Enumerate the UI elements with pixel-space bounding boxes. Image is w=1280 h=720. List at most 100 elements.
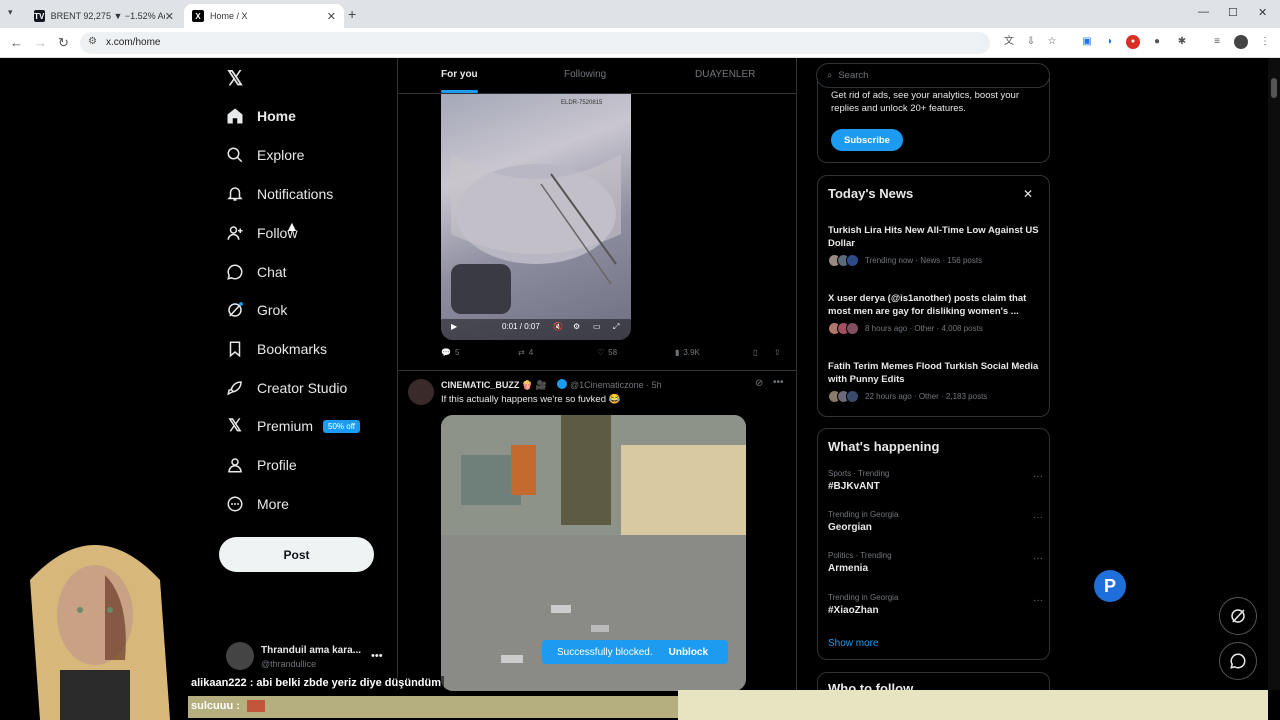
translate-icon[interactable]: 文 — [1002, 35, 1016, 49]
bell-icon — [226, 185, 244, 203]
sidebar-item-more[interactable]: More — [226, 492, 289, 516]
tab-search-icon[interactable]: ▾ — [8, 7, 13, 18]
views-icon: ▮ — [675, 348, 680, 357]
grok-floating-button[interactable] — [1219, 597, 1257, 635]
more-dots-icon[interactable]: ••• — [773, 377, 784, 388]
trend-name: Armenia — [828, 563, 869, 574]
more-dots-icon[interactable]: ··· — [1033, 512, 1043, 523]
page-scrollbar[interactable] — [1268, 58, 1280, 690]
search-icon — [226, 146, 244, 164]
reading-list-icon[interactable]: ≡ — [1210, 35, 1224, 49]
like-button[interactable]: ♡ 58 — [597, 348, 617, 357]
new-tab-button[interactable]: + — [348, 6, 356, 22]
maximize-icon[interactable]: ☐ — [1228, 6, 1238, 19]
subscribe-button[interactable]: Subscribe — [831, 129, 903, 151]
trend-category: Trending in Georgia — [828, 510, 899, 519]
news-item[interactable]: Turkish Lira Hits New All-Time Low Again… — [828, 224, 1040, 267]
forward-icon[interactable]: → — [34, 35, 47, 50]
tweet-author-handle[interactable]: @1Cinematiczone · 5h — [570, 380, 662, 390]
tab-for-you[interactable]: For you — [441, 69, 478, 80]
reply-button[interactable]: 💬 5 — [441, 348, 459, 357]
trend-item[interactable]: Trending in Georgia Georgian ··· — [828, 510, 1043, 533]
close-icon[interactable]: ✕ — [1023, 187, 1033, 201]
tab-following[interactable]: Following — [564, 69, 606, 80]
streamer-webcam-overlay — [0, 520, 190, 720]
stream-chat-message: alikaan222 : abi belki zbde yeriz diye d… — [188, 676, 445, 690]
sidebar-item-profile[interactable]: Profile — [226, 453, 297, 477]
repost-button[interactable]: ⇄ 4 — [518, 348, 533, 357]
tweet-author-name[interactable]: CINEMATIC_BUZZ 🍿 🎥 — [441, 380, 547, 391]
close-tab-icon[interactable]: ✕ — [165, 10, 174, 23]
chrome-menu-icon[interactable]: ⋮ — [1258, 35, 1272, 49]
browser-toolbar: ← → ↻ ⚙ x.com/home 文 ⇩ ☆ ▣ ◗ ● ● ✱ ≡ ⋮ — [0, 28, 1280, 58]
close-tab-icon[interactable]: ✕ — [327, 10, 336, 23]
happening-title: What's happening — [828, 439, 940, 454]
browser-tab-x-home[interactable]: X Home / X ✕ — [184, 4, 344, 28]
extension-icon[interactable]: ◗ — [1103, 35, 1117, 49]
show-more-link[interactable]: Show more — [828, 638, 879, 649]
window-close-icon[interactable]: ✕ — [1258, 6, 1267, 19]
back-icon[interactable]: ← — [10, 35, 23, 50]
install-icon[interactable]: ⇩ — [1024, 35, 1038, 49]
extension-icon[interactable]: ▣ — [1080, 35, 1094, 49]
extensions-puzzle-icon[interactable]: ✱ — [1175, 35, 1189, 49]
scrollbar-thumb[interactable] — [1271, 78, 1277, 98]
unblock-button[interactable]: Unblock — [669, 647, 708, 658]
reload-icon[interactable]: ↻ — [58, 35, 69, 51]
tweet-video-player[interactable]: ELDR-7520815 ▶ 0:01 / 0:07 🔇 ⚙ ▭ ⤢ — [441, 94, 631, 340]
more-dots-icon[interactable]: ··· — [1033, 595, 1043, 606]
sidebar-item-label: Profile — [257, 457, 297, 473]
avatar[interactable] — [408, 379, 434, 405]
sidebar-item-bookmarks[interactable]: Bookmarks — [226, 337, 327, 361]
sidebar-item-explore[interactable]: Explore — [226, 143, 304, 167]
browser-tab-bar: ▾ TV BRENT 92,275 ▼ −1.52% Adsız ✕ X Hom… — [0, 0, 1280, 28]
extension-icon[interactable]: ● — [1150, 35, 1164, 49]
bookmark-button[interactable]: ▯ — [753, 348, 757, 357]
tab-title: Home / X — [210, 11, 248, 21]
share-button[interactable]: ⇧ — [774, 348, 781, 357]
sidebar-item-label: Chat — [257, 264, 287, 280]
play-icon[interactable]: ▶ — [451, 322, 457, 331]
mute-icon[interactable]: 🔇 — [553, 322, 563, 331]
more-dots-icon[interactable]: ••• — [371, 650, 383, 662]
post-button[interactable]: Post — [219, 537, 374, 572]
tweet[interactable]: CINEMATIC_BUZZ 🍿 🎥 @1Cinematiczone · 5h … — [398, 370, 796, 691]
trend-item[interactable]: Trending in Georgia #XiaoZhan ··· — [828, 593, 1043, 616]
browser-tab-brent[interactable]: TV BRENT 92,275 ▼ −1.52% Adsız ✕ — [26, 4, 182, 28]
sidebar-item-home[interactable]: Home — [226, 104, 296, 128]
news-item[interactable]: Fatih Terim Memes Flood Turkish Social M… — [828, 360, 1040, 403]
sidebar-item-premium[interactable]: 𝕏 Premium 50% off — [226, 414, 360, 438]
grok-icon[interactable]: ⊘ — [755, 378, 763, 389]
views-button[interactable]: ▮ 3.9K — [675, 348, 700, 357]
adblock-icon[interactable]: ● — [1126, 35, 1140, 49]
sidebar-item-creator-studio[interactable]: Creator Studio — [226, 376, 347, 400]
site-info-icon[interactable]: ⚙ — [88, 36, 97, 47]
x-logo-icon[interactable]: 𝕏 — [227, 66, 243, 91]
reply-count: 5 — [454, 348, 460, 357]
p-extension-icon[interactable]: P — [1094, 570, 1126, 602]
chat-emote-icon — [246, 700, 265, 713]
profile-avatar[interactable] — [1234, 35, 1248, 49]
account-switcher[interactable]: Thranduil ama kara... @thrandullice ••• — [226, 640, 386, 674]
settings-icon[interactable]: ⚙ — [573, 322, 580, 331]
pip-icon[interactable]: ▭ — [593, 322, 601, 331]
news-item[interactable]: X user derya (@is1another) posts claim t… — [828, 292, 1040, 335]
fullscreen-icon[interactable]: ⤢ — [613, 322, 619, 332]
repost-icon: ⇄ — [518, 348, 525, 357]
bookmark-star-icon[interactable]: ☆ — [1045, 35, 1059, 49]
messages-floating-button[interactable] — [1219, 642, 1257, 680]
sidebar-item-chat[interactable]: Chat — [226, 260, 287, 284]
tab-title: BRENT 92,275 ▼ −1.52% Adsız — [50, 11, 165, 21]
active-tab-indicator — [441, 90, 478, 93]
more-dots-icon[interactable]: ··· — [1033, 471, 1043, 482]
address-bar[interactable]: ⚙ x.com/home — [80, 32, 990, 54]
more-dots-icon[interactable]: ··· — [1033, 553, 1043, 564]
sidebar-item-notifications[interactable]: Notifications — [226, 182, 333, 206]
sidebar-item-grok[interactable]: Grok — [226, 298, 287, 322]
tab-duayenler[interactable]: DUAYENLER — [695, 69, 755, 80]
avatar — [226, 642, 254, 670]
minimize-icon[interactable]: — — [1198, 6, 1209, 18]
trend-item[interactable]: Politics · Trending Armenia ··· — [828, 551, 1043, 574]
grok-icon — [1231, 609, 1245, 623]
trend-item[interactable]: Sports · Trending #BJKvANT ··· — [828, 469, 1043, 492]
